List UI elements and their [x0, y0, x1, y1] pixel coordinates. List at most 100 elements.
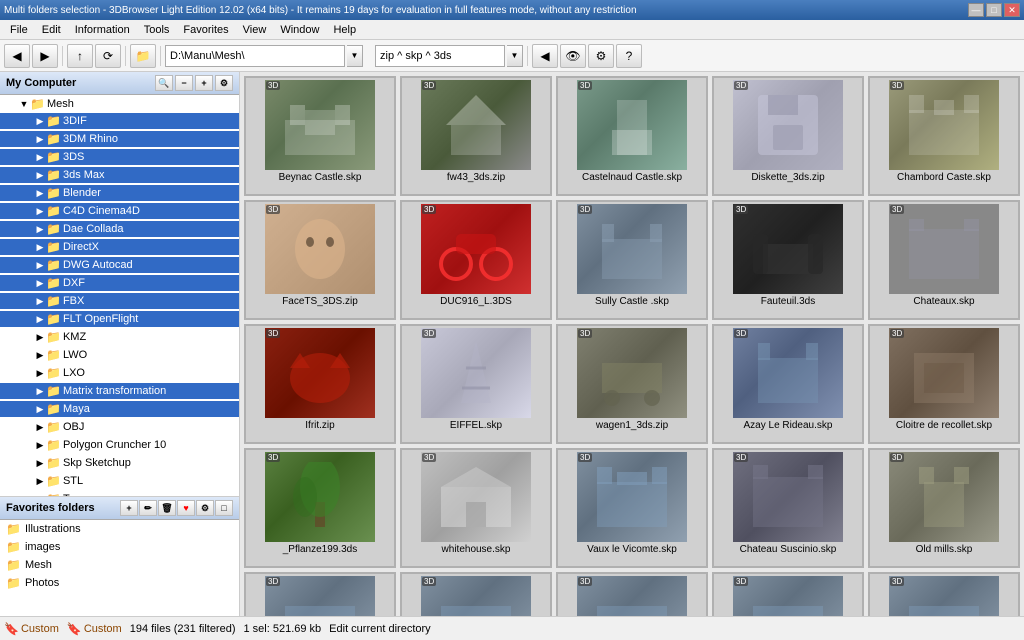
tree-item-3ds-max[interactable]: ▶ 📁 3ds Max	[0, 167, 239, 183]
tree-item-maya[interactable]: ▶ 📁 Maya	[0, 401, 239, 417]
thumbnail-item[interactable]: 3D Chambord Caste.skp	[868, 76, 1020, 196]
thumbnail-item[interactable]: 3D Chateau Suscinio.skp	[712, 448, 864, 568]
tree-item-dwg-autocad[interactable]: ▶ 📁 DWG Autocad	[0, 257, 239, 273]
thumbnail-item[interactable]: 3D _Pflanze199.3ds	[244, 448, 396, 568]
tree-item-stl[interactable]: ▶ 📁 STL	[0, 473, 239, 489]
refresh-button[interactable]: ⟳	[95, 44, 121, 68]
my-computer-header: My Computer 🔍 − + ⚙	[0, 72, 239, 95]
tree-item-polygon-cruncher-10[interactable]: ▶ 📁 Polygon Cruncher 10	[0, 437, 239, 453]
prev-nav-button[interactable]: ◀	[532, 44, 558, 68]
tree-item-label: 3DIF	[63, 115, 87, 127]
thumbnail-label: Diskette_3ds.zip	[751, 172, 824, 183]
settings-button[interactable]: ⚙	[588, 44, 614, 68]
path-input[interactable]	[165, 45, 345, 67]
thumbnail-image: 3D	[265, 452, 375, 542]
folder-button[interactable]: 📁	[130, 44, 156, 68]
fav-edit-button[interactable]: ✏	[139, 500, 157, 516]
tree-item-blender[interactable]: ▶ 📁 Blender	[0, 185, 239, 201]
fav-item-photos[interactable]: 📁 Photos	[0, 574, 239, 592]
add-folder-button[interactable]: +	[195, 75, 213, 91]
tree-item-3dif[interactable]: ▶ 📁 3DIF	[0, 113, 239, 129]
menu-item-file[interactable]: File	[4, 22, 34, 38]
tree-item-dae-collada[interactable]: ▶ 📁 Dae Collada	[0, 221, 239, 237]
menu-item-tools[interactable]: Tools	[138, 22, 176, 38]
menu-item-edit[interactable]: Edit	[36, 22, 67, 38]
thumbnail-item[interactable]: 3D Cloitre de recollet.skp	[868, 324, 1020, 444]
thumbnail-item[interactable]: 3D	[712, 572, 864, 616]
thumbnail-image: 3D	[733, 576, 843, 616]
fav-expand-button[interactable]: □	[215, 500, 233, 516]
tree-item-3dm-rhino[interactable]: ▶ 📁 3DM Rhino	[0, 131, 239, 147]
menu-item-view[interactable]: View	[237, 22, 273, 38]
tree-item-kmz[interactable]: ▶ 📁 KMZ	[0, 329, 239, 345]
fav-settings-button[interactable]: ⚙	[196, 500, 214, 516]
thumbnail-item[interactable]: 3D EIFFEL.skp	[400, 324, 552, 444]
minimize-button[interactable]: —	[968, 3, 984, 17]
fav-add-button[interactable]: +	[120, 500, 138, 516]
tree-item-dxf[interactable]: ▶ 📁 DXF	[0, 275, 239, 291]
menu-item-favorites[interactable]: Favorites	[177, 22, 234, 38]
collapse-button[interactable]: −	[175, 75, 193, 91]
tree-item-c4d-cinema4d[interactable]: ▶ 📁 C4D Cinema4D	[0, 203, 239, 219]
thumbnail-item[interactable]: 3D	[868, 572, 1020, 616]
thumbnail-item[interactable]: 3D Fauteuil.3ds	[712, 200, 864, 320]
menu-item-window[interactable]: Window	[274, 22, 325, 38]
tree-node: ▶ 📁 Blender	[0, 184, 239, 202]
forward-button[interactable]: ▶	[32, 44, 58, 68]
search-button[interactable]: 🔍	[155, 75, 173, 91]
thumbnail-item[interactable]: 3D wagen1_3ds.zip	[556, 324, 708, 444]
tree-item-flt-openflight[interactable]: ▶ 📁 FLT OpenFlight	[0, 311, 239, 327]
thumbnail-item[interactable]: 3D Ifrit.zip	[244, 324, 396, 444]
right-panel[interactable]: 3D Beynac Castle.skp 3D fw43_3ds.zip 3D …	[240, 72, 1024, 616]
thumbnail-item[interactable]: 3D Diskette_3ds.zip	[712, 76, 864, 196]
tree-node: ▶ 📁 C4D Cinema4D	[0, 202, 239, 220]
thumbnail-item[interactable]: 3D Azay Le Rideau.skp	[712, 324, 864, 444]
tree-item-lxo[interactable]: ▶ 📁 LXO	[0, 365, 239, 381]
thumbnail-label: Vaux le Vicomte.skp	[587, 544, 677, 555]
fav-item-illustrations[interactable]: 📁 Illustrations	[0, 520, 239, 538]
fav-delete-button[interactable]: 🗑	[158, 500, 176, 516]
back-button[interactable]: ◀	[4, 44, 30, 68]
tree-item-3ds[interactable]: ▶ 📁 3DS	[0, 149, 239, 165]
thumbnail-item[interactable]: 3D fw43_3ds.zip	[400, 76, 552, 196]
menu-item-information[interactable]: Information	[69, 22, 136, 38]
status-bar: 🔖 Custom 🔖 Custom 194 files (231 filtere…	[0, 616, 1024, 640]
thumbnail-label: Cloitre de recollet.skp	[896, 420, 992, 431]
path-dropdown[interactable]: ▼	[347, 45, 363, 67]
custom1-status: 🔖 Custom	[4, 622, 59, 636]
tree-item-obj[interactable]: ▶ 📁 OBJ	[0, 419, 239, 435]
tree-item-fbx[interactable]: ▶ 📁 FBX	[0, 293, 239, 309]
tree-item-skp-sketchup[interactable]: ▶ 📁 Skp Sketchup	[0, 455, 239, 471]
filter-input[interactable]	[375, 45, 505, 67]
eye-button[interactable]: 👁	[560, 44, 586, 68]
thumbnail-item[interactable]: 3D FaceTS_3DS.zip	[244, 200, 396, 320]
thumbnail-item[interactable]: 3D	[556, 572, 708, 616]
thumbnail-item[interactable]: 3D	[400, 572, 552, 616]
thumbnail-item[interactable]: 3D whitehouse.skp	[400, 448, 552, 568]
thumbnail-item[interactable]: 3D Sully Castle .skp	[556, 200, 708, 320]
tree-item-lwo[interactable]: ▶ 📁 LWO	[0, 347, 239, 363]
favorites-panel: Favorites folders + ✏ 🗑 ♥ ⚙ □ 📁 Illustra…	[0, 496, 239, 616]
fav-item-images[interactable]: 📁 images	[0, 538, 239, 556]
help-button[interactable]: ?	[616, 44, 642, 68]
action-text: Edit current directory	[329, 623, 430, 635]
tree-item-matrix-transformation[interactable]: ▶ 📁 Matrix transformation	[0, 383, 239, 399]
fav-heart-button[interactable]: ♥	[177, 500, 195, 516]
thumbnail-item[interactable]: 3D Vaux le Vicomte.skp	[556, 448, 708, 568]
fav-item-mesh[interactable]: 📁 Mesh	[0, 556, 239, 574]
filter-dropdown[interactable]: ▼	[507, 45, 523, 67]
thumbnail-item[interactable]: 3D Beynac Castle.skp	[244, 76, 396, 196]
settings-sm-button[interactable]: ⚙	[215, 75, 233, 91]
thumbnail-item[interactable]: 3D Chateaux.skp	[868, 200, 1020, 320]
thumbnail-item[interactable]: 3D Castelnaud Castle.skp	[556, 76, 708, 196]
menu-item-help[interactable]: Help	[327, 22, 362, 38]
thumbnail-item[interactable]: 3D DUC916_L.3DS	[400, 200, 552, 320]
tree-node-mesh[interactable]: ▼ 📁 Mesh	[0, 96, 239, 112]
close-button[interactable]: ✕	[1004, 3, 1020, 17]
maximize-button[interactable]: □	[986, 3, 1002, 17]
thumbnail-item[interactable]: 3D	[244, 572, 396, 616]
thumbnail-item[interactable]: 3D Old mills.skp	[868, 448, 1020, 568]
tree-item-directx[interactable]: ▶ 📁 DirectX	[0, 239, 239, 255]
thumbnail-label: Ifrit.zip	[305, 420, 334, 431]
up-button[interactable]: ↑	[67, 44, 93, 68]
